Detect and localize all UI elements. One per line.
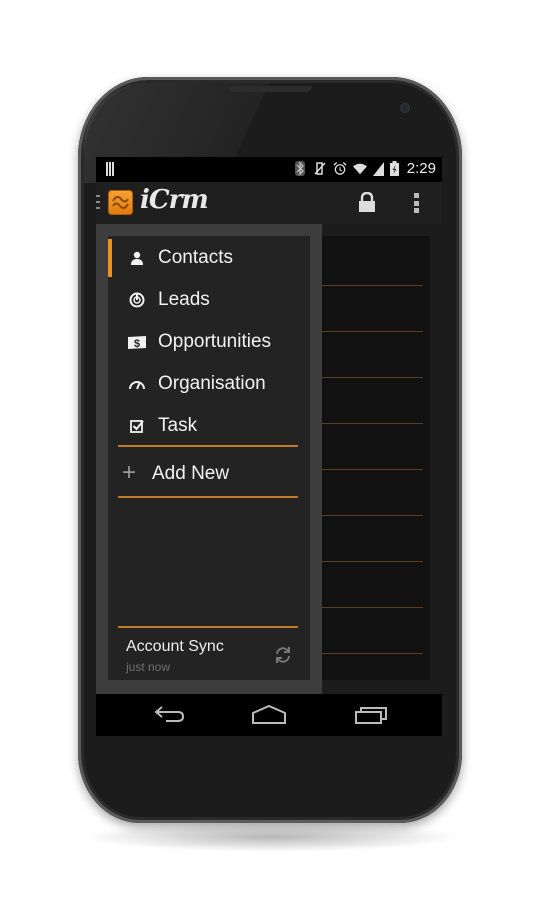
app-title[interactable]: iCrm	[140, 185, 209, 215]
divider	[118, 496, 298, 498]
drawer-panel: Contacts Leads $ Opportunities Organisat…	[108, 236, 310, 680]
recent-apps-button[interactable]	[354, 704, 388, 726]
power-icon	[128, 291, 146, 309]
divider	[118, 445, 298, 447]
plus-icon: +	[122, 459, 137, 486]
overflow-menu-icon[interactable]	[414, 193, 420, 213]
nav-item-contacts[interactable]: Contacts	[108, 237, 310, 279]
list-divider	[316, 377, 423, 378]
status-bar: 2:29	[96, 157, 442, 182]
nav-item-opportunities[interactable]: $ Opportunities	[108, 321, 310, 363]
action-bar: iCrm	[96, 182, 442, 224]
sync-timestamp: just now	[126, 660, 171, 674]
list-divider	[316, 515, 423, 516]
add-new-button[interactable]: + Add New	[108, 452, 310, 496]
app-logo-icon[interactable]	[108, 190, 133, 215]
list-divider	[316, 285, 423, 286]
sync-title: Account Sync	[126, 638, 224, 655]
alarm-icon	[333, 161, 347, 177]
nav-label: Opportunities	[158, 331, 272, 352]
navigation-drawer: Contacts Leads $ Opportunities Organisat…	[96, 224, 322, 694]
drawer-indicator-icon[interactable]	[96, 195, 100, 209]
nav-label: Leads	[158, 289, 210, 310]
lock-icon[interactable]	[358, 191, 376, 212]
wifi-icon	[352, 161, 367, 177]
list-divider	[316, 331, 423, 332]
back-button[interactable]	[152, 704, 186, 726]
add-new-label: Add New	[152, 463, 230, 484]
status-icons: 2:29	[293, 160, 436, 177]
dollar-icon: $	[128, 333, 146, 351]
phone-shadow	[82, 822, 460, 852]
list-divider	[316, 469, 423, 470]
gauge-icon	[128, 375, 146, 393]
sync-icon[interactable]	[274, 646, 292, 664]
nav-label: Organisation	[158, 373, 266, 394]
person-icon	[128, 249, 146, 267]
nav-item-organisation[interactable]: Organisation	[108, 363, 310, 405]
contacts-list	[316, 236, 430, 680]
list-divider	[316, 607, 423, 608]
notification-bars-icon	[106, 162, 118, 176]
system-nav-bar	[96, 694, 442, 736]
bluetooth-icon	[293, 161, 307, 177]
checkbox-icon	[128, 417, 146, 435]
account-sync[interactable]: Account Sync just now	[108, 628, 310, 680]
list-divider	[316, 561, 423, 562]
earpiece-speaker	[228, 86, 312, 92]
nav-item-leads[interactable]: Leads	[108, 279, 310, 321]
nav-item-task[interactable]: Task	[108, 405, 310, 447]
home-button[interactable]	[252, 704, 286, 726]
front-camera	[400, 103, 410, 113]
battery-charging-icon	[389, 161, 399, 177]
vibrate-off-icon	[313, 161, 327, 177]
clock: 2:29	[406, 160, 436, 177]
svg-text:$: $	[134, 338, 140, 349]
list-divider	[316, 653, 423, 654]
cell-signal-icon	[372, 161, 384, 177]
nav-label: Task	[158, 415, 198, 436]
list-divider	[316, 423, 423, 424]
phone-screen: 2:29 iCrm Contacts Leads $ Opportunities…	[96, 157, 442, 736]
nav-label: Contacts	[158, 247, 233, 268]
